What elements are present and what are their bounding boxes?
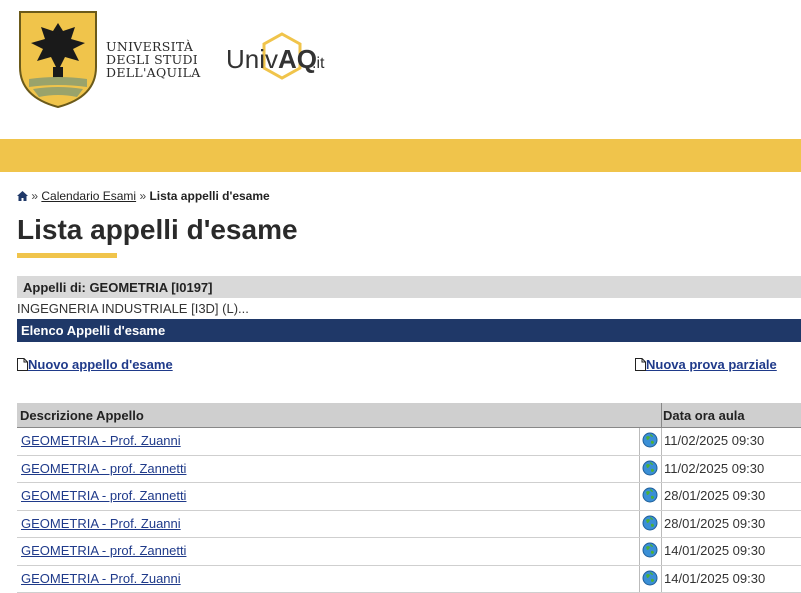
header-accent-band: [0, 139, 801, 172]
university-name-line-3: DELL'AQUILA: [106, 66, 201, 79]
column-header-description[interactable]: Descrizione Appello: [20, 408, 144, 423]
globe-icon[interactable]: [642, 460, 658, 481]
exam-description-link[interactable]: GEOMETRIA - prof. Zannetti: [21, 488, 186, 503]
exam-description-link[interactable]: GEOMETRIA - Prof. Zuanni: [21, 516, 181, 531]
new-exam-link[interactable]: Nuovo appello d'esame: [28, 357, 173, 372]
exam-description-link[interactable]: GEOMETRIA - prof. Zannetti: [21, 543, 186, 558]
breadcrumb-separator: »: [139, 189, 146, 203]
table-row: GEOMETRIA - prof. Zannetti 11/02/2025 09:…: [17, 456, 801, 484]
section-bar-label: Elenco Appelli d'esame: [21, 323, 165, 338]
exam-description-link[interactable]: GEOMETRIA - Prof. Zuanni: [21, 571, 181, 586]
university-name: UNIVERSITÀ DEGLI STUDI DELL'AQUILA: [106, 40, 201, 79]
home-icon[interactable]: [17, 191, 28, 201]
univaq-logo-suffix: .it: [312, 55, 325, 72]
univaq-logo[interactable]: Univ AQ .it: [226, 30, 336, 90]
exam-description-link[interactable]: GEOMETRIA - prof. Zannetti: [21, 461, 186, 476]
globe-icon[interactable]: [642, 487, 658, 508]
globe-icon[interactable]: [642, 570, 658, 591]
course-bar: Appelli di: GEOMETRIA [I0197]: [17, 276, 801, 298]
exam-table: Descrizione Appello Data ora aula GEOMET…: [17, 403, 801, 593]
table-header: Descrizione Appello Data ora aula: [17, 403, 801, 428]
exam-datetime: 14/01/2025 09:30: [664, 571, 765, 586]
globe-icon[interactable]: [642, 515, 658, 536]
new-partial-action: Nuova prova parziale: [635, 357, 777, 372]
document-icon: [635, 358, 646, 371]
document-icon: [17, 358, 28, 371]
site-header: UNIVERSITÀ DEGLI STUDI DELL'AQUILA Univ …: [0, 0, 801, 139]
breadcrumb-link-calendario[interactable]: Calendario Esami: [41, 189, 136, 203]
exam-datetime: 28/01/2025 09:30: [664, 516, 765, 531]
course-bar-label: Appelli di: GEOMETRIA [I0197]: [23, 280, 212, 295]
breadcrumb-current: Lista appelli d'esame: [149, 189, 269, 203]
univaq-logo-main: Univ: [226, 44, 278, 74]
exam-datetime: 14/01/2025 09:30: [664, 543, 765, 558]
new-partial-link[interactable]: Nuova prova parziale: [646, 357, 777, 372]
degree-course-label: INGEGNERIA INDUSTRIALE [I3D] (L)...: [17, 301, 249, 316]
globe-icon[interactable]: [642, 542, 658, 563]
exam-datetime: 11/02/2025 09:30: [664, 461, 764, 476]
table-row: GEOMETRIA - Prof. Zuanni 28/01/2025 09:30: [17, 511, 801, 539]
table-row: GEOMETRIA - Prof. Zuanni 11/02/2025 09:30: [17, 428, 801, 456]
breadcrumb: » Calendario Esami » Lista appelli d'esa…: [17, 189, 270, 203]
exam-datetime: 28/01/2025 09:30: [664, 488, 765, 503]
table-row: GEOMETRIA - prof. Zannetti 28/01/2025 09:…: [17, 483, 801, 511]
university-crest-logo[interactable]: [17, 9, 99, 109]
exam-description-link[interactable]: GEOMETRIA - Prof. Zuanni: [21, 433, 181, 448]
globe-icon[interactable]: [642, 432, 658, 453]
title-underline: [17, 253, 117, 258]
table-row: GEOMETRIA - Prof. Zuanni 14/01/2025 09:30: [17, 566, 801, 593]
column-header-datetime[interactable]: Data ora aula: [663, 408, 745, 423]
section-bar: Elenco Appelli d'esame: [17, 319, 801, 342]
new-exam-action: Nuovo appello d'esame: [17, 357, 173, 372]
exam-datetime: 11/02/2025 09:30: [664, 433, 764, 448]
table-row: GEOMETRIA - prof. Zannetti 14/01/2025 09:…: [17, 538, 801, 566]
breadcrumb-separator: »: [31, 189, 38, 203]
page-title: Lista appelli d'esame: [17, 214, 298, 246]
